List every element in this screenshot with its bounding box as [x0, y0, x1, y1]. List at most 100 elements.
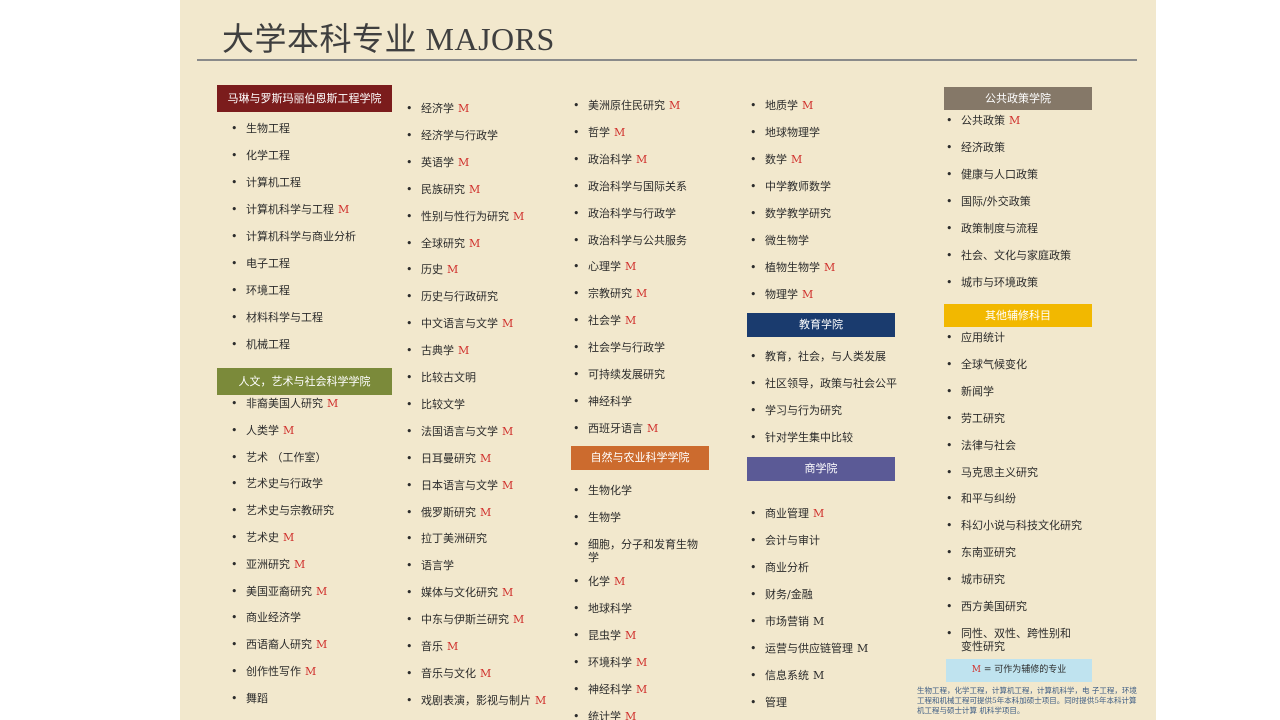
list-item-label: 教育，社会，与人类发展 — [765, 350, 886, 363]
list-item: • 市场营销 M — [750, 615, 825, 628]
list-item-label: 中文语言与文学 — [421, 317, 498, 331]
bullet-icon: • — [231, 311, 238, 324]
list-item-label: 科幻小说与科技文化研究 — [961, 519, 1082, 533]
minor-marker: M — [480, 451, 492, 465]
list-item: • 美国亚裔研究 M — [231, 584, 328, 598]
minor-marker: M — [502, 478, 514, 492]
list-item: • 商业分析 — [750, 561, 809, 574]
bullet-icon: • — [406, 371, 413, 384]
list-item-label: 中东与伊斯兰研究 — [421, 613, 509, 627]
list-item: • 运营与供应链管理 M — [750, 642, 868, 655]
header-natural: 自然与农业科学学院 — [571, 446, 709, 470]
list-item-label: 可持续发展研究 — [588, 368, 665, 381]
list-item-label: 马克思主义研究 — [961, 465, 1038, 479]
bullet-icon: • — [946, 546, 953, 560]
list-item: • 电子工程 — [231, 257, 290, 270]
list-item: • 和平与纠纷 — [946, 492, 1016, 505]
list-item: • 中学教师数学 — [750, 180, 831, 193]
list-item: • 环境科学 M — [573, 656, 648, 669]
list-item: • 社会学 M — [573, 314, 636, 327]
list-item-label: 应用统计 — [961, 331, 1005, 344]
list-item-label: 古典学 — [421, 344, 454, 358]
list-item: • 中文语言与文学 M — [406, 317, 513, 331]
header-education: 教育学院 — [747, 313, 895, 337]
bullet-icon: • — [750, 642, 757, 655]
list-item-label: 数学 — [765, 153, 787, 166]
bullet-icon: • — [573, 152, 580, 166]
list-item-label: 经济学 — [421, 102, 454, 115]
list-item-label: 艺术史 — [246, 531, 279, 544]
minor-marker: M — [447, 263, 459, 277]
list-item-label: 西方美国研究 — [961, 600, 1027, 613]
bullet-icon: • — [750, 588, 757, 601]
list-item: • 地球科学 — [573, 602, 632, 615]
list-item-label: 舞蹈 — [246, 691, 268, 705]
list-item-label: 全球研究 — [421, 236, 465, 250]
minor-marker: M — [636, 683, 648, 696]
list-item-label: 劳工研究 — [961, 411, 1005, 425]
list-item-label: 统计学 — [588, 710, 621, 720]
list-item-label: 微生物学 — [765, 234, 809, 247]
list-item-label: 社会学与行政学 — [588, 341, 665, 355]
bullet-icon: • — [406, 317, 413, 331]
list-item: • 戏剧表演，影视与制片 M — [406, 693, 547, 707]
bullet-icon: • — [946, 195, 953, 208]
list-item-label: 经济学与行政学 — [421, 128, 498, 142]
bullet-icon: • — [946, 626, 953, 640]
list-item-label: 社区领导，政策与社会公平 — [765, 377, 897, 390]
list-item: • 西方美国研究 — [946, 600, 1027, 613]
bullet-icon: • — [573, 314, 580, 328]
minor-marker: M — [535, 693, 547, 707]
list-item-label: 国际/外交政策 — [961, 195, 1031, 208]
list-item: • 微生物学 — [750, 234, 809, 247]
list-item: • 社会学与行政学 — [573, 341, 665, 355]
list-item-label: 财务/金融 — [765, 588, 813, 601]
minor-marker: M — [458, 155, 470, 169]
list-item-label: 环境工程 — [246, 284, 290, 297]
list-item: • 环境工程 — [231, 284, 290, 297]
list-item: • 全球气候变化 — [946, 358, 1027, 371]
bullet-icon: • — [406, 397, 413, 411]
list-item: • 比较古文明 — [406, 371, 476, 384]
bullet-icon: • — [750, 153, 757, 166]
list-item: • 创作性写作 M — [231, 665, 316, 678]
list-item: • 日本语言与文学 M — [406, 478, 514, 492]
bullet-icon: • — [231, 230, 238, 243]
list-item: • 东南亚研究 — [946, 546, 1016, 559]
list-item: • 城市与环境政策 — [946, 276, 1038, 289]
list-item: • 美洲原住民研究 M — [573, 99, 680, 112]
list-item-label: 媒体与文化研究 — [421, 586, 498, 600]
list-item: • 语言学 — [406, 559, 454, 572]
list-item: • 统计学 M — [573, 710, 636, 720]
bullet-icon: • — [406, 424, 413, 438]
bullet-icon: • — [573, 538, 580, 551]
list-item: • 宗教研究 M — [573, 287, 647, 300]
list-item-label: 地球物理学 — [765, 126, 820, 139]
list-item-label: 计算机科学与商业分析 — [246, 230, 356, 243]
list-item: • 人类学 M — [231, 423, 295, 437]
bullet-icon: • — [573, 125, 580, 139]
minor-marker: M — [316, 584, 328, 598]
list-item: • 西班牙语言 M — [573, 422, 658, 435]
list-item: • 生物工程 — [231, 122, 290, 135]
list-item: • 商业管理 M — [750, 507, 824, 520]
header-business: 商学院 — [747, 457, 895, 481]
list-item-label: 城市研究 — [961, 573, 1005, 587]
minor-marker: M — [513, 613, 525, 627]
bullet-icon: • — [946, 249, 953, 262]
list-item-label: 民族研究 — [421, 182, 465, 196]
bullet-icon: • — [573, 421, 580, 435]
bullet-icon: • — [573, 602, 580, 615]
list-item-label: 物理学 — [765, 288, 798, 301]
list-item-label: 地质学 — [765, 99, 798, 112]
bullet-icon: • — [406, 559, 413, 573]
minor-marker: M — [338, 203, 350, 216]
minor-marker: M — [458, 102, 470, 115]
list-item: • 同性、双性、跨性别和变性研究 — [946, 627, 1081, 653]
list-item-label: 政策制度与流程 — [961, 222, 1038, 235]
minor-marker: M — [283, 423, 295, 437]
minor-marker: M — [636, 656, 648, 669]
bullet-icon: • — [231, 531, 238, 544]
list-item: • 应用统计 — [946, 331, 1005, 344]
minor-marker: M — [813, 615, 825, 628]
